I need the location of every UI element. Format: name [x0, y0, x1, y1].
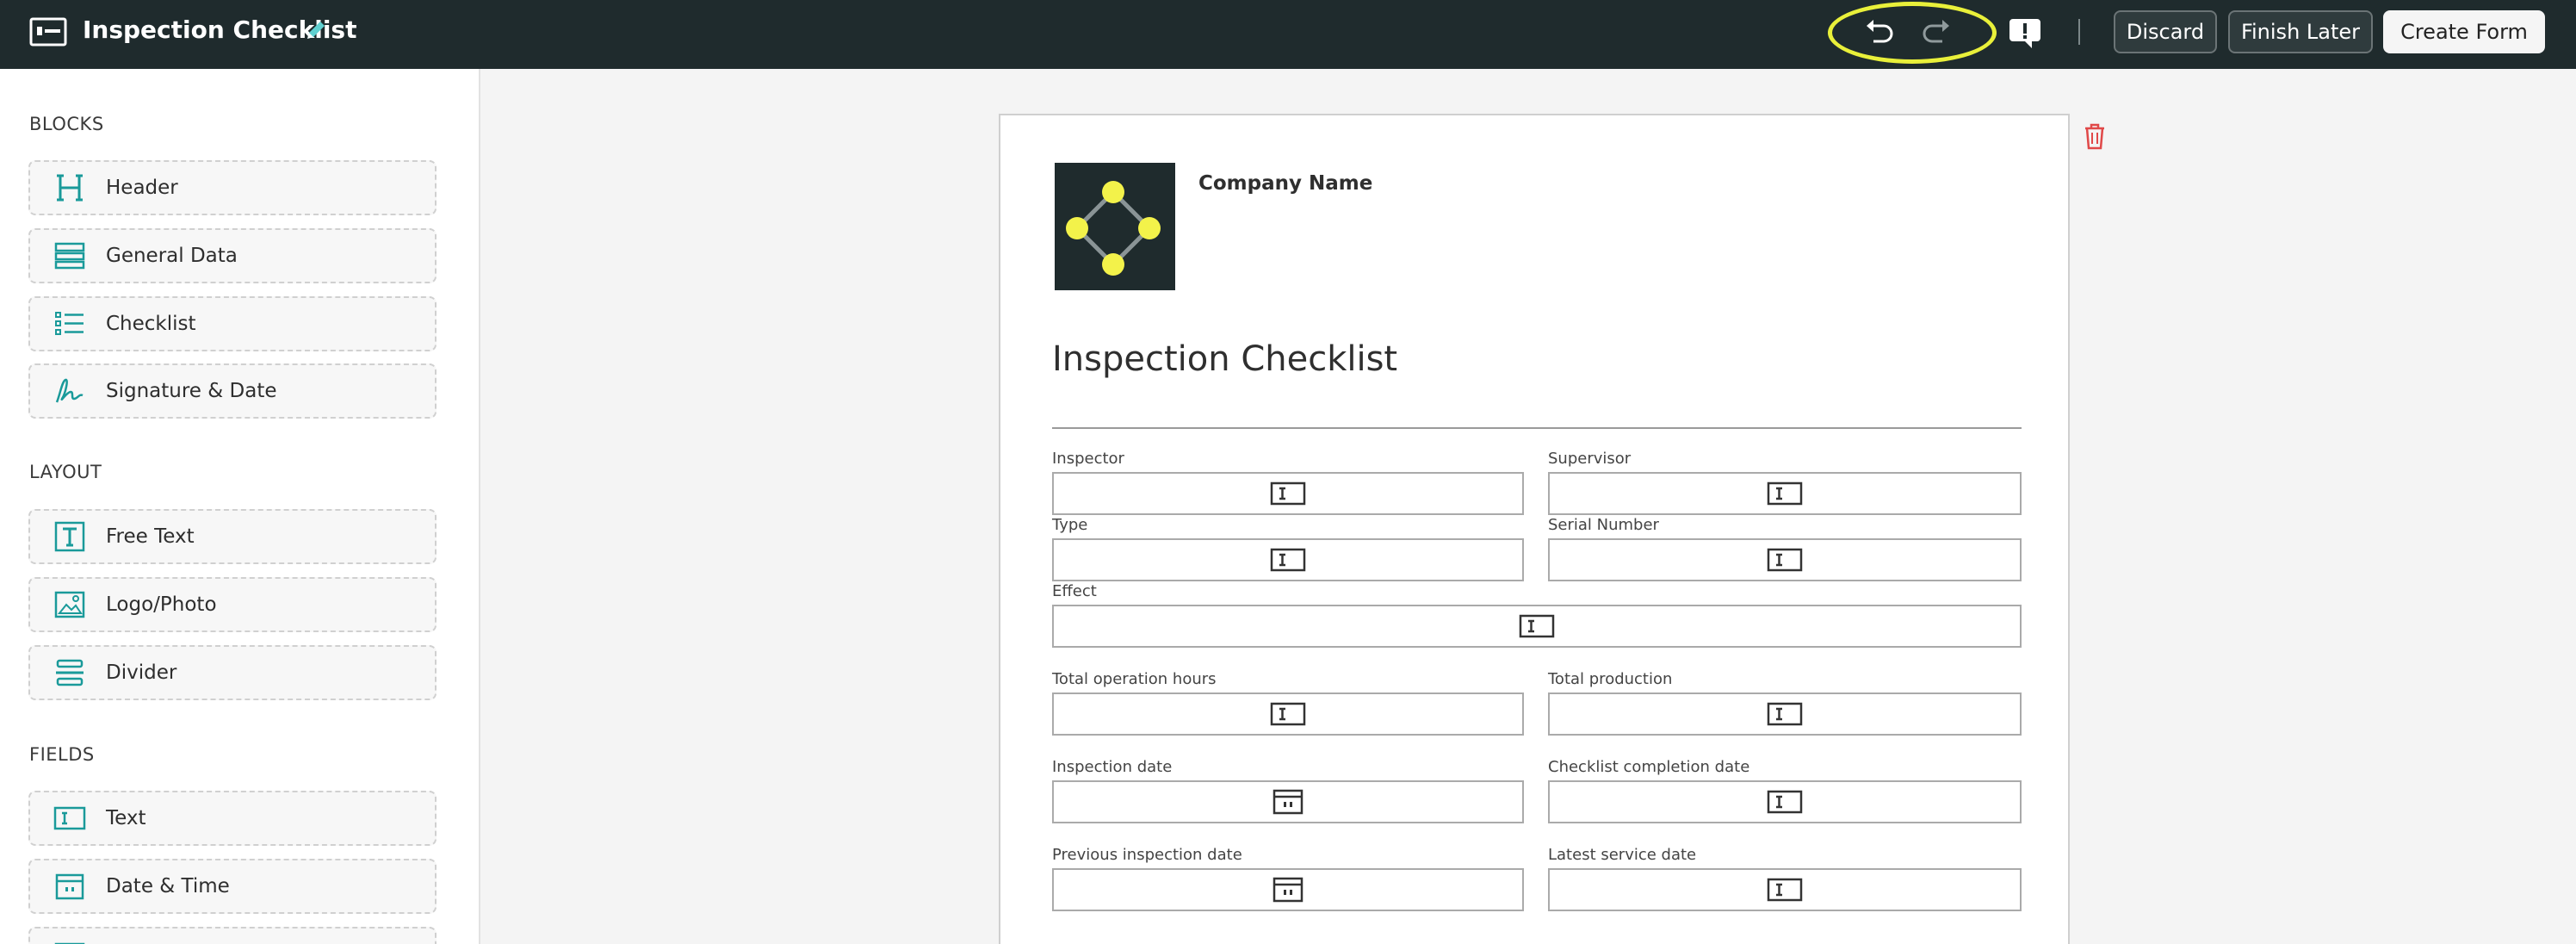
field-label: Effect [1052, 582, 1097, 600]
checklist-completion-date-field[interactable] [1548, 780, 2022, 823]
field-label: Serial Number [1548, 516, 1659, 534]
undo-icon[interactable] [1860, 14, 1898, 52]
field-label: Supervisor [1548, 450, 1632, 468]
free-text-icon [53, 519, 87, 554]
sidebar-item-label: Date & Time [106, 875, 230, 897]
text-field-icon [1270, 481, 1306, 506]
redo-icon[interactable] [1918, 14, 1956, 52]
feedback-icon[interactable] [2006, 14, 2044, 52]
form-icon [29, 17, 67, 47]
undo-redo-highlight [1828, 2, 1997, 64]
sidebar-item-label: Checklist [106, 313, 196, 335]
text-field-icon [1767, 878, 1803, 902]
sidebar-item-general-data[interactable]: General Data [28, 228, 437, 283]
discard-button[interactable]: Discard [2114, 10, 2217, 53]
sidebar-item-signature-date[interactable]: Signature & Date [28, 363, 437, 419]
calendar-icon [1273, 877, 1303, 903]
text-field-icon [53, 801, 87, 835]
form-heading[interactable]: Inspection Checklist [1052, 339, 1397, 379]
total-production-field[interactable] [1548, 692, 2022, 736]
sidebar-item-checklist[interactable]: Checklist [28, 296, 437, 351]
toolbar-divider [2078, 19, 2080, 45]
sidebar-item-date-time[interactable]: Date & Time [28, 859, 437, 914]
divider-line [1052, 427, 2022, 429]
sidebar-section-layout: LAYOUT [29, 462, 102, 482]
field-label: Previous inspection date [1052, 846, 1242, 864]
sidebar-section-fields: FIELDS [29, 744, 95, 765]
sidebar-item-divider[interactable]: Divider [28, 645, 437, 700]
divider-icon [53, 655, 87, 690]
field-label: Total production [1548, 670, 1673, 688]
calendar-icon [53, 869, 87, 904]
company-logo[interactable] [1055, 163, 1175, 290]
trash-icon[interactable] [2082, 122, 2108, 150]
sidebar-item-label: Signature & Date [106, 380, 277, 402]
top-bar: Inspection Checklist Discard Finish Late… [0, 0, 2576, 69]
sidebar-item-label: Divider [106, 661, 177, 684]
inspector-field[interactable] [1052, 472, 1524, 515]
text-field-icon [1767, 481, 1803, 506]
sidebar-item-header[interactable]: Header [28, 160, 437, 215]
field-label: Type [1052, 516, 1088, 534]
field-label: Inspector [1052, 450, 1124, 468]
field-label: Total operation hours [1052, 670, 1217, 688]
supervisor-field[interactable] [1548, 472, 2022, 515]
sidebar-item-label: Header [106, 177, 178, 199]
text-field-icon [1270, 548, 1306, 572]
signature-icon [53, 374, 87, 408]
sidebar-item-label: Free Text [106, 525, 195, 548]
finish-later-button[interactable]: Finish Later [2228, 10, 2373, 53]
latest-service-date-field[interactable] [1548, 868, 2022, 911]
sidebar-item-label: Text [106, 807, 146, 829]
company-name[interactable]: Company Name [1198, 172, 1372, 195]
header-icon [53, 171, 87, 205]
type-field[interactable] [1052, 538, 1524, 581]
previous-inspection-date-field[interactable] [1052, 868, 1524, 911]
effect-field[interactable] [1052, 605, 2022, 648]
sidebar-section-blocks: BLOCKS [29, 114, 104, 134]
calendar-icon [1273, 789, 1303, 815]
field-label: Inspection date [1052, 758, 1173, 776]
pencil-icon[interactable] [303, 17, 329, 43]
form-canvas: Company Name Inspection Checklist Inspec… [999, 114, 2070, 944]
serial-number-field[interactable] [1548, 538, 2022, 581]
text-field-icon [1519, 614, 1555, 638]
sidebar-item-label: Logo/Photo [106, 593, 217, 616]
field-label: Checklist completion date [1548, 758, 1750, 776]
logo-graphic [1066, 181, 1161, 276]
text-field-icon [1767, 548, 1803, 572]
create-form-button[interactable]: Create Form [2383, 10, 2545, 53]
total-operation-hours-field[interactable] [1052, 692, 1524, 736]
sidebar-item-label: General Data [106, 245, 238, 267]
field-icon [53, 937, 87, 944]
inspection-date-field[interactable] [1052, 780, 1524, 823]
text-field-icon [1767, 702, 1803, 726]
sidebar-item-logo-photo[interactable]: Logo/Photo [28, 577, 437, 632]
field-label: Latest service date [1548, 846, 1697, 864]
text-field-icon [1270, 702, 1306, 726]
text-field-icon [1767, 790, 1803, 814]
sidebar-item-text[interactable]: Text [28, 791, 437, 846]
checklist-icon [53, 307, 87, 341]
image-icon [53, 587, 87, 622]
general-data-icon [53, 239, 87, 273]
sidebar-item-more[interactable] [28, 927, 437, 944]
sidebar: BLOCKS Header General Data Checklist Sig… [0, 69, 480, 944]
sidebar-item-free-text[interactable]: Free Text [28, 509, 437, 564]
